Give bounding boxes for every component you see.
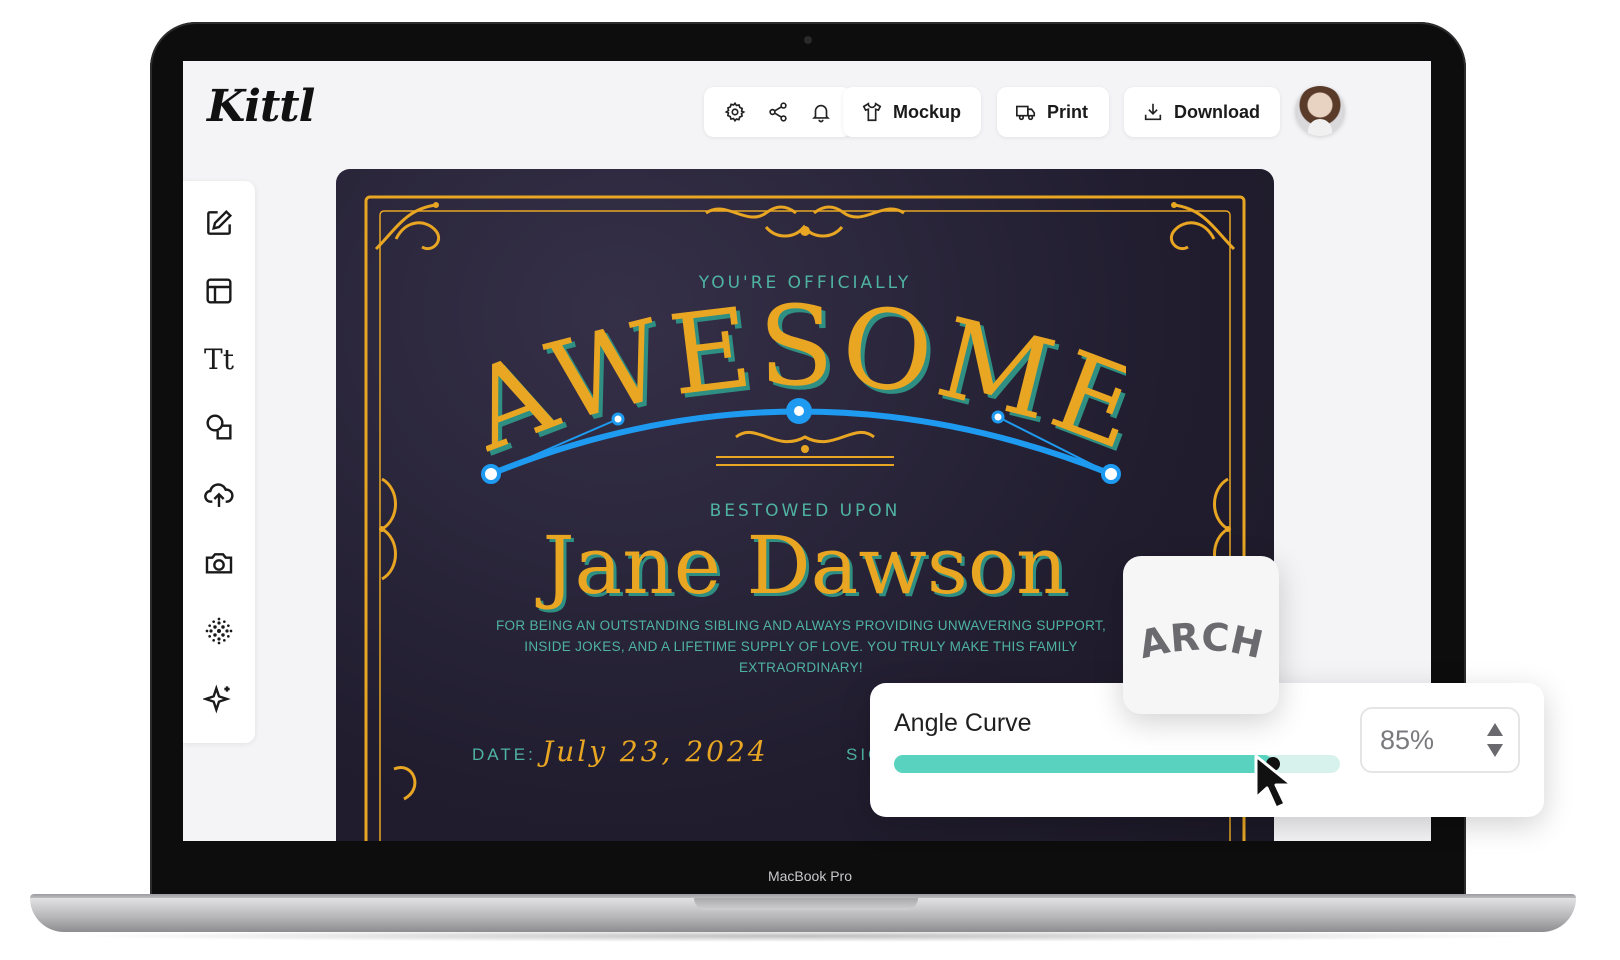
mockup-button[interactable]: Mockup <box>843 87 981 137</box>
device-label: MacBook Pro <box>767 868 853 884</box>
print-label: Print <box>1047 101 1089 122</box>
share-icon[interactable] <box>762 96 794 128</box>
camera-icon <box>205 553 233 574</box>
angle-curve-label: Angle Curve <box>894 709 1032 737</box>
sidebar-item-uploads[interactable] <box>201 477 237 513</box>
sidebar-item-templates[interactable] <box>201 273 237 309</box>
text-icon: Tt <box>204 342 234 376</box>
sparkle-icon <box>203 684 231 714</box>
truck-icon <box>1016 105 1036 121</box>
arch-effect-preview: ARCH <box>1135 615 1267 668</box>
camera <box>804 36 812 44</box>
curve-control-left <box>611 412 625 426</box>
sidebar-item-ai[interactable] <box>201 681 237 717</box>
laptop-notch <box>694 898 918 910</box>
cert-date-label: DATE: <box>472 745 536 764</box>
upload-icon <box>204 483 234 507</box>
edit-icon <box>207 209 233 235</box>
cert-body-text[interactable]: FOR BEING AN OUTSTANDING SIBLING AND ALW… <box>476 615 1126 678</box>
kittl-logo[interactable]: Kittl <box>207 81 315 132</box>
download-label: Download <box>1174 101 1260 122</box>
stepper-arrows-icon[interactable] <box>1484 721 1506 759</box>
curve-handle-left <box>481 464 501 484</box>
layout-icon <box>206 278 232 304</box>
sidebar-item-halftone[interactable] <box>201 613 237 649</box>
sidebar: Tt <box>183 181 255 743</box>
header-icon-group <box>704 87 852 137</box>
svg-text:ARCH: ARCH <box>1135 615 1267 668</box>
curve-handle-right <box>1101 464 1121 484</box>
mouse-pointer-icon <box>1254 754 1294 810</box>
halftone-icon <box>205 617 233 645</box>
print-button[interactable]: Print <box>997 87 1109 137</box>
user-avatar[interactable] <box>1295 86 1345 136</box>
cert-date-value[interactable]: July 23, 2024 <box>542 735 769 768</box>
mockup-label: Mockup <box>893 101 962 122</box>
download-icon <box>1144 103 1162 121</box>
curve-control-right <box>991 410 1005 424</box>
slider-fill <box>894 755 1274 773</box>
sidebar-item-edit[interactable] <box>201 205 237 241</box>
angle-curve-value: 85% <box>1380 724 1435 755</box>
bell-icon[interactable] <box>805 96 837 128</box>
download-button[interactable]: Download <box>1124 87 1280 137</box>
shapes-icon <box>206 414 232 440</box>
tshirt-icon <box>862 102 882 122</box>
stage: Kittl Mockup Print Download Tt YOU'RE OF… <box>0 0 1620 960</box>
sidebar-item-shapes[interactable] <box>201 409 237 445</box>
cert-subtitle-mid: BESTOWED UPON <box>709 501 901 521</box>
settings-icon[interactable] <box>719 96 751 128</box>
sidebar-item-photos[interactable] <box>201 545 237 581</box>
sidebar-item-text[interactable]: Tt <box>201 341 237 377</box>
arch-effect-card[interactable]: ARCH <box>1123 556 1279 714</box>
